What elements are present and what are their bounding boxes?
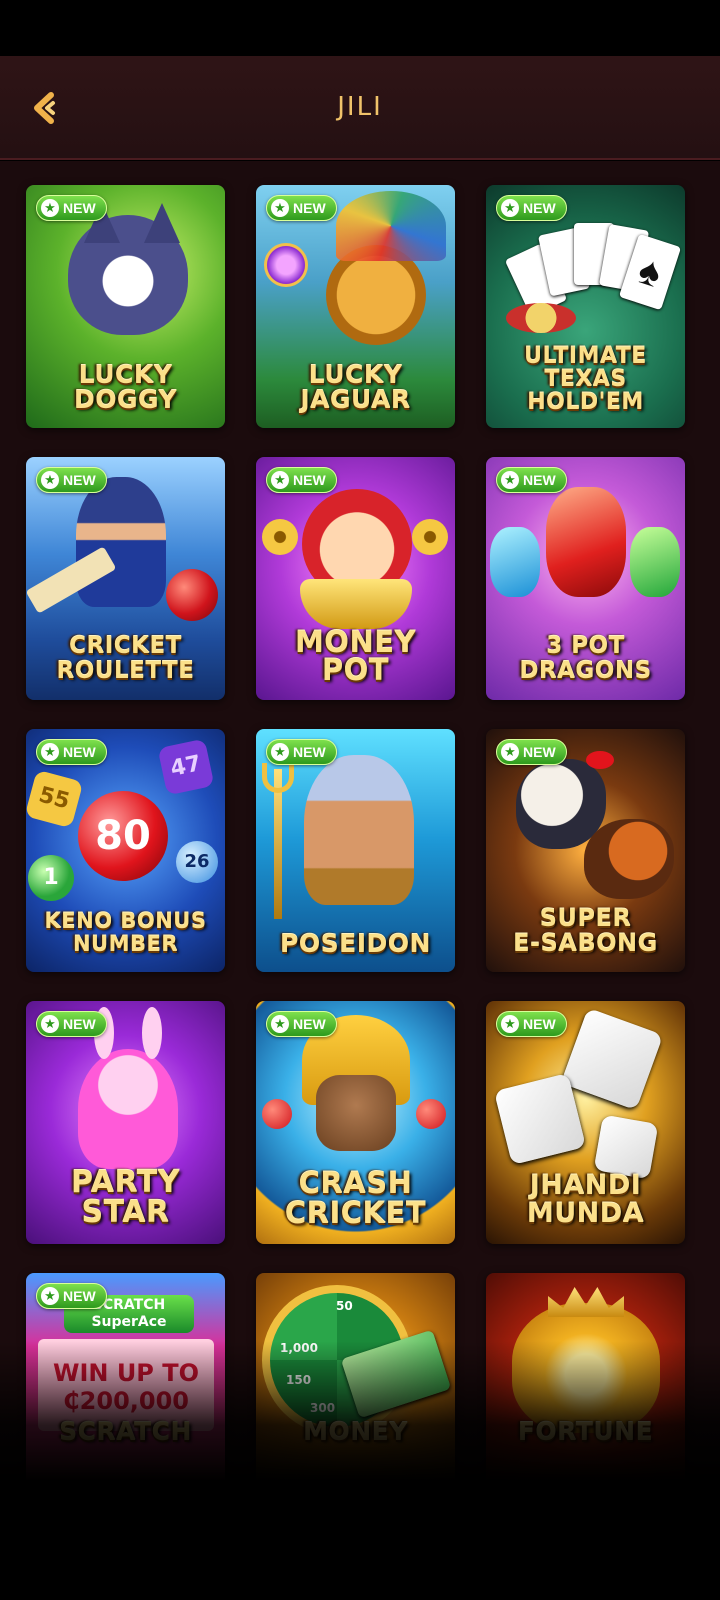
poker-chips	[506, 303, 576, 333]
game-card-fortune[interactable]: FORTUNE	[486, 1273, 685, 1481]
game-list: ★ NEW LUCKY DOGGY ★ NEW LUCKY JAGUAR ♠ ★ NE…	[0, 161, 720, 1481]
keno-ball-purple: 47	[157, 738, 215, 796]
new-badge: ★ NEW	[266, 195, 337, 221]
game-title: MONEY	[303, 1417, 408, 1446]
star-icon: ★	[501, 471, 519, 489]
game-card-super-e-sabong[interactable]: ★ NEW SUPER E-SABONG	[486, 729, 685, 972]
gold-pot	[300, 579, 412, 629]
bunny-illustration	[78, 1049, 178, 1169]
star-icon: ★	[271, 1015, 289, 1033]
keno-ball-red: 80	[78, 791, 168, 881]
rooster-illustration	[584, 819, 674, 899]
new-badge: ★ NEW	[36, 739, 107, 765]
rooster-comb	[586, 751, 614, 769]
game-card-party-star[interactable]: ★ NEW PARTY STAR	[26, 1001, 225, 1244]
new-badge: ★ NEW	[266, 467, 337, 493]
feather-headdress	[336, 191, 446, 261]
cricketer-illustration	[76, 477, 166, 607]
game-title: ULTIMATE TEXAS HOLD'EM	[524, 344, 647, 415]
bottom-blank-area	[0, 1481, 720, 1600]
game-title: KENO BONUS NUMBER	[44, 909, 207, 956]
new-badge: ★ NEW	[496, 195, 567, 221]
game-card-scratch[interactable]: SCRATCH SuperAce WIN UP TO ₵200,000 ★ NEW…	[26, 1273, 225, 1481]
cricket-ball	[166, 569, 218, 621]
game-card-cricket-roulette[interactable]: ★ NEW CRICKET ROULETTE	[26, 457, 225, 700]
game-title: FORTUNE	[517, 1417, 654, 1446]
page-title: JILI	[337, 92, 383, 122]
game-card-ultimate-texas-holdem[interactable]: ♠ ★ NEW ULTIMATE TEXAS HOLD'EM	[486, 185, 685, 428]
game-card-money-pot[interactable]: ★ NEW MONEY POT	[256, 457, 455, 700]
new-badge: ★ NEW	[266, 739, 337, 765]
wheel-value: 50	[336, 1299, 353, 1313]
new-badge: ★ NEW	[36, 1011, 107, 1037]
game-card-lucky-doggy[interactable]: ★ NEW LUCKY DOGGY	[26, 185, 225, 428]
game-title: SCRATCH	[59, 1417, 192, 1446]
star-icon: ★	[41, 1287, 59, 1305]
wheel-value: 300	[310, 1401, 336, 1415]
status-bar	[0, 0, 720, 56]
cricketer-face	[316, 1075, 396, 1151]
wheel-value: 1,000	[280, 1341, 318, 1355]
green-dragon-icon	[630, 527, 680, 597]
game-title: 3 POT DRAGONS	[519, 633, 652, 684]
star-icon: ★	[501, 199, 519, 217]
game-card-money[interactable]: 50 1,000 150 300 MONEY	[256, 1273, 455, 1481]
star-icon: ★	[41, 199, 59, 217]
game-title: CRICKET ROULETTE	[56, 633, 195, 684]
poseidon-illustration	[304, 755, 414, 905]
coin-icon	[412, 519, 448, 555]
game-title: JHANDI MUNDA	[526, 1170, 645, 1229]
game-card-keno-bonus-number[interactable]: 80 55 47 26 1 ★ NEW KENO BONUS NUMBER	[26, 729, 225, 972]
red-dragon-icon	[546, 487, 626, 597]
game-title: POSEIDON	[280, 929, 431, 958]
coin-icon	[262, 519, 298, 555]
game-card-lucky-jaguar[interactable]: ★ NEW LUCKY JAGUAR	[256, 185, 455, 428]
cricket-ball	[262, 1099, 292, 1129]
star-icon: ★	[41, 471, 59, 489]
wheel-value: 150	[286, 1373, 312, 1387]
app-header: JILI	[0, 56, 720, 160]
new-badge: ★ NEW	[36, 1283, 107, 1309]
new-badge: ★ NEW	[36, 467, 107, 493]
star-icon: ★	[271, 743, 289, 761]
star-icon: ★	[41, 743, 59, 761]
star-icon: ★	[271, 471, 289, 489]
blue-dragon-icon	[490, 527, 540, 597]
game-title: LUCKY JAGUAR	[300, 360, 411, 414]
star-icon: ★	[41, 1015, 59, 1033]
game-title: MONEY POT	[294, 625, 417, 687]
new-badge: ★ NEW	[266, 1011, 337, 1037]
game-card-3-pot-dragons[interactable]: ★ NEW 3 POT DRAGONS	[486, 457, 685, 700]
star-icon: ★	[501, 1015, 519, 1033]
game-card-poseidon[interactable]: ★ NEW POSEIDON	[256, 729, 455, 972]
game-title: CRASH CRICKET	[284, 1166, 427, 1230]
playing-cards: ♠	[504, 219, 682, 317]
new-badge: ★ NEW	[496, 467, 567, 493]
gem-orb	[264, 243, 308, 287]
game-title: SUPER E-SABONG	[513, 904, 658, 957]
new-badge: ★ NEW	[36, 195, 107, 221]
star-icon: ★	[271, 199, 289, 217]
star-icon: ★	[501, 743, 519, 761]
golden-mask-icon	[512, 1303, 660, 1433]
game-title: PARTY STAR	[71, 1165, 180, 1230]
new-badge: ★ NEW	[496, 1011, 567, 1037]
keno-ball-blue: 26	[176, 841, 218, 883]
game-card-crash-cricket[interactable]: ★ NEW CRASH CRICKET	[256, 1001, 455, 1244]
new-badge: ★ NEW	[496, 739, 567, 765]
game-card-jhandi-munda[interactable]: ★ NEW JHANDI MUNDA	[486, 1001, 685, 1244]
game-title: LUCKY DOGGY	[73, 360, 178, 414]
cricket-ball	[416, 1099, 446, 1129]
keno-ball-green: 1	[28, 855, 74, 901]
